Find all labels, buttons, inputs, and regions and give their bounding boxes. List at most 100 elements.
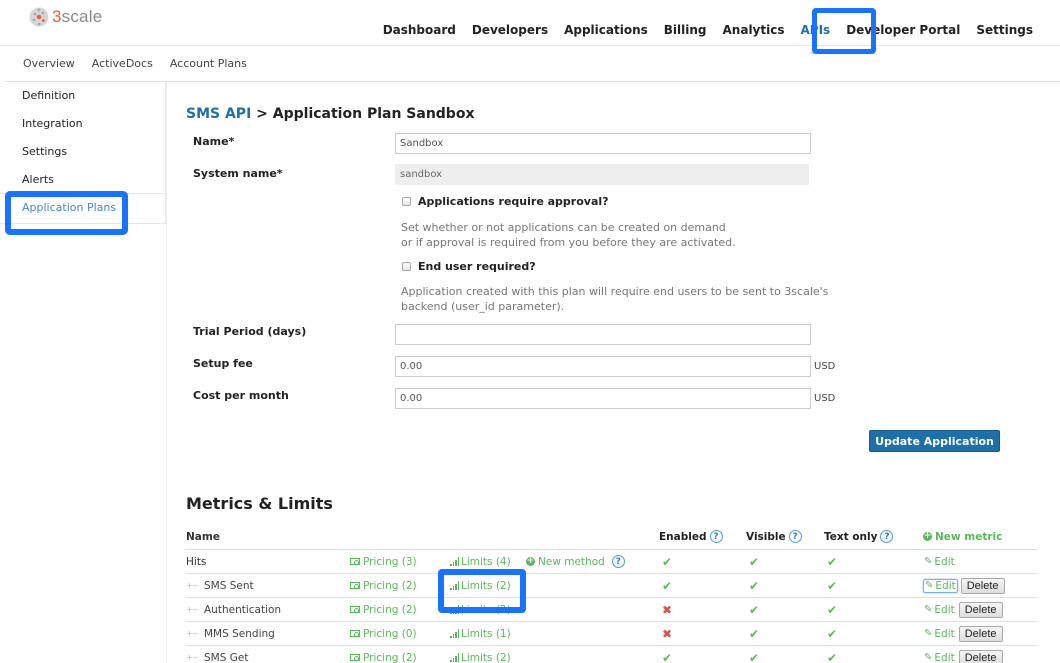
metric-name: +─ Authentication (186, 598, 281, 621)
limits-link[interactable]: Limits (2) (450, 598, 511, 621)
plus-circle-icon: + (923, 531, 932, 541)
metric-name-text: Authentication (204, 603, 282, 616)
nav-developer-portal[interactable]: Developer Portal (838, 23, 968, 37)
sidebar-item-application-plans[interactable]: Application Plans (0, 194, 165, 222)
row-actions: ✎ Edit (923, 550, 956, 573)
setup-fee-input[interactable]: 0.00 (395, 356, 811, 377)
pencil-icon: ✎ (924, 556, 933, 567)
pricing-link[interactable]: Pricing (2) (350, 598, 417, 621)
limits-link[interactable]: Limits (4) (450, 550, 511, 573)
pricing-text: Pricing (2) (363, 603, 417, 616)
metric-name: +─ SMS Get (186, 646, 248, 663)
edit-link[interactable]: ✎ Edit (923, 578, 958, 593)
help-icon[interactable]: ? (880, 530, 894, 543)
delete-button[interactable]: Delete (960, 577, 1005, 594)
edit-link[interactable]: ✎ Edit (923, 556, 956, 568)
sidebar-item-alerts[interactable]: Alerts (0, 166, 165, 194)
signal-bars-icon (450, 557, 459, 566)
metric-name-text: SMS Sent (204, 579, 254, 592)
sidebar: Definition Integration Settings Alerts A… (0, 82, 166, 224)
pricing-link[interactable]: Pricing (2) (350, 646, 417, 663)
edit-text: Edit (934, 555, 955, 568)
edit-text: Edit (935, 579, 956, 592)
text-only-status: ✔ (824, 574, 837, 597)
edit-text: Edit (934, 627, 955, 640)
edit-link[interactable]: ✎ Edit (923, 628, 956, 640)
visible-status: ✔ (746, 646, 759, 663)
row-actions: ✎ Edit Delete (923, 598, 1003, 621)
new-metric-link[interactable]: + New metric (923, 524, 1002, 549)
delete-button[interactable]: Delete (958, 625, 1003, 642)
check-icon: ✔ (749, 626, 760, 641)
check-icon: ✔ (662, 650, 673, 663)
cost-per-month-input[interactable]: 0.00 (395, 388, 811, 409)
pricing-link[interactable]: Pricing (2) (350, 574, 417, 597)
check-icon: ✔ (749, 602, 760, 617)
enabled-status: ✖ (659, 622, 672, 645)
help-icon[interactable]: ? (788, 530, 802, 543)
pricing-text: Pricing (2) (363, 651, 417, 663)
pencil-icon: ✎ (924, 652, 933, 663)
subnav-overview[interactable]: Overview (23, 57, 75, 70)
new-method-link[interactable]: + New method? (526, 550, 625, 573)
check-icon: ✔ (662, 554, 673, 569)
approval-checkbox[interactable] (402, 197, 411, 206)
name-label: Name* (193, 135, 235, 148)
edit-link[interactable]: ✎ Edit (923, 652, 956, 663)
help-icon[interactable]: ? (611, 555, 625, 568)
delete-button[interactable]: Delete (958, 601, 1003, 618)
nav-applications[interactable]: Applications (556, 23, 656, 37)
update-application-plan-button[interactable]: Update Application plan (869, 430, 1000, 470)
metric-name-text: SMS Get (204, 651, 249, 663)
approval-label[interactable]: Applications require approval? (418, 195, 609, 208)
nav-dashboard[interactable]: Dashboard (375, 23, 464, 37)
nav-billing[interactable]: Billing (656, 23, 715, 37)
pricing-text: Pricing (2) (363, 579, 417, 592)
top-header: 3scale Dashboard Developers Applications… (0, 0, 1060, 54)
cost-per-month-label: Cost per month (193, 389, 289, 402)
end-user-checkbox[interactable] (402, 262, 411, 271)
system-name-input[interactable]: sandbox (395, 164, 809, 185)
cost-per-month-currency: USD (814, 393, 836, 404)
signal-bars-icon (450, 653, 459, 662)
sidebar-item-settings[interactable]: Settings (0, 138, 165, 166)
sidebar-group-active: Application Plans (0, 194, 166, 224)
page-title: SMS API > Application Plan Sandbox (186, 106, 475, 122)
edit-link[interactable]: ✎ Edit (923, 604, 956, 616)
sidebar-item-definition[interactable]: Definition (0, 82, 165, 110)
subnav-account-plans[interactable]: Account Plans (170, 57, 247, 70)
tree-branch-icon: +─ (186, 605, 198, 614)
name-input[interactable]: Sandbox (395, 133, 811, 154)
signal-bars-icon (450, 629, 459, 638)
check-icon: ✔ (827, 602, 838, 617)
subnav-activedocs[interactable]: ActiveDocs (92, 57, 153, 70)
delete-button[interactable]: Delete (958, 649, 1003, 663)
edit-text: Edit (934, 651, 955, 663)
help-icon[interactable]: ? (709, 530, 723, 543)
nav-settings[interactable]: Settings (968, 23, 1041, 37)
breadcrumb-sms-api[interactable]: SMS API (186, 106, 251, 122)
limits-link[interactable]: Limits (2) (450, 574, 511, 597)
nav-developers[interactable]: Developers (464, 23, 556, 37)
table-row: +─ SMS Get Pricing (2) Limits (2) ✔ ✔ ✔ ✎ Edit De… (186, 646, 1037, 663)
brand-logo[interactable]: 3scale (29, 7, 102, 27)
nav-analytics[interactable]: Analytics (715, 23, 793, 37)
nav-apis[interactable]: APIs (792, 23, 838, 54)
text-only-status: ✔ (824, 550, 837, 573)
limits-link[interactable]: Limits (1) (450, 622, 511, 645)
end-user-label[interactable]: End user required? (418, 260, 536, 273)
check-icon: ✔ (662, 578, 673, 593)
end-user-checkbox-row: End user required? (402, 260, 536, 273)
limits-link[interactable]: Limits (2) (450, 646, 511, 663)
sidebar-group: Definition Integration Settings Alerts (0, 82, 166, 194)
tree-branch-icon: +─ (186, 581, 198, 590)
trial-period-label: Trial Period (days) (193, 325, 307, 338)
sidebar-item-integration[interactable]: Integration (0, 110, 165, 138)
pricing-link[interactable]: Pricing (3) (350, 550, 417, 573)
enabled-status: ✔ (659, 574, 672, 597)
pricing-link[interactable]: Pricing (0) (350, 622, 417, 645)
setup-fee-currency: USD (814, 361, 836, 372)
trial-period-input[interactable] (395, 324, 811, 345)
metrics-table: Name Enabled ? Visible ? Text only ? + N… (186, 524, 1037, 663)
pencil-icon: ✎ (924, 604, 933, 615)
